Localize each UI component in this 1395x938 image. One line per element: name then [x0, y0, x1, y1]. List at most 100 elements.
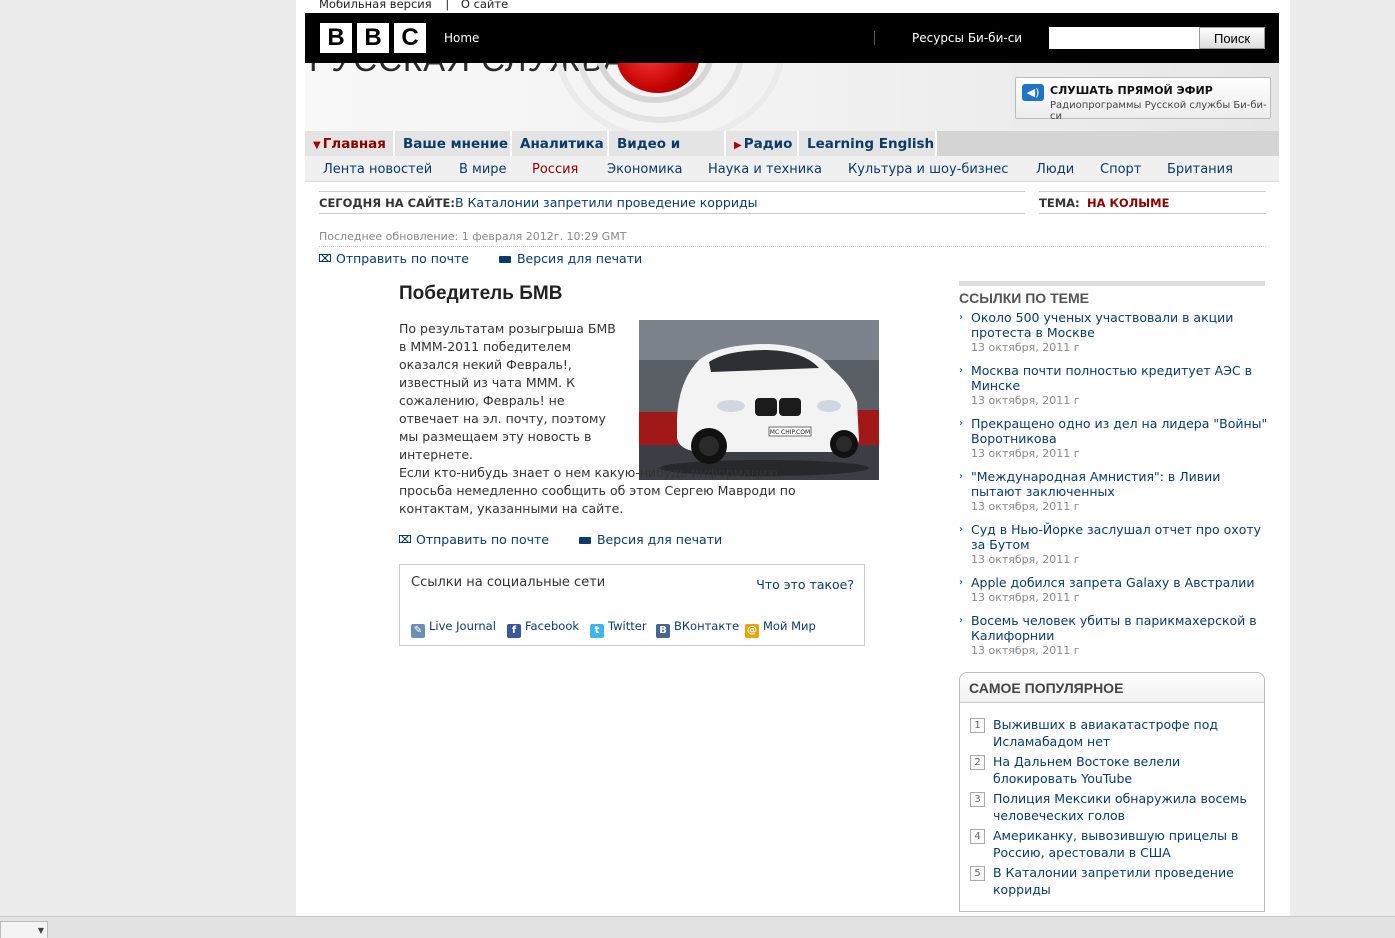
main-nav-item-analysis[interactable]: Аналитика: [512, 131, 609, 156]
most-popular-box: САМОЕ ПОПУЛЯРНОЕ 1 Выживших в авиакатаст…: [959, 672, 1265, 912]
popular-item-title[interactable]: Американку, вывозившую прицелы в Россию,…: [993, 827, 1255, 861]
related-item[interactable]: › Восемь человек убиты в парикмахерской …: [959, 613, 1269, 658]
popular-item[interactable]: 1 Выживших в авиакатастрофе под Исламаба…: [970, 716, 1255, 750]
browser-bottom-bar: ▼: [0, 916, 1395, 938]
print-version-link-bottom[interactable]: Версия для печати: [578, 532, 722, 547]
related-item[interactable]: › Суд в Нью-Йорке заслушал отчет про охо…: [959, 522, 1269, 567]
send-by-mail-link[interactable]: Отправить по почте: [319, 251, 469, 266]
popular-item[interactable]: 4 Американку, вывозившую прицелы в Росси…: [970, 827, 1255, 861]
share-vkontakte[interactable]: В ВКонтакте: [656, 619, 739, 638]
main-nav-item-radio[interactable]: ▶ Радио: [726, 131, 799, 156]
arrow-right-icon: ›: [959, 312, 964, 323]
sub-nav-item-science[interactable]: Наука и техника: [708, 162, 822, 177]
popular-rank: 5: [970, 866, 985, 881]
today-link[interactable]: В Каталонии запретили проведение корриды: [455, 195, 757, 210]
related-item-title[interactable]: Около 500 ученых участвовали в акции про…: [971, 310, 1269, 340]
sub-nav-item-economy[interactable]: Экономика: [607, 162, 682, 177]
popular-item[interactable]: 5 В Каталонии запретили проведение корри…: [970, 864, 1255, 898]
related-item[interactable]: › Около 500 ученых участвовали в акции п…: [959, 310, 1269, 355]
article-body: По результатам розыгрыша БМВ в МММ-2011 …: [399, 320, 839, 518]
main-nav-item-video-photo[interactable]: Видео и фото: [609, 131, 726, 178]
article-tools-top: Отправить по почте Версия для печати: [319, 251, 668, 266]
related-item-title[interactable]: "Международная Амнистия": в Ливии пытают…: [971, 469, 1269, 499]
main-nav-item-home[interactable]: ▼ Главная: [305, 131, 395, 156]
bbc-logo-letter-b1: B: [320, 23, 352, 53]
last-updated: Последнее обновление: 1 февраля 2012г. 1…: [319, 230, 1266, 247]
main-nav-label: Главная: [322, 136, 386, 152]
related-item-title[interactable]: Прекращено одно из дел на лидера "Войны"…: [971, 416, 1269, 446]
sub-nav-item-news-feed[interactable]: Лента новостей: [323, 162, 432, 177]
sub-nav-item-sport[interactable]: Спорт: [1100, 162, 1141, 177]
popular-item-title[interactable]: В Каталонии запретили проведение корриды: [993, 864, 1255, 898]
popular-item-title[interactable]: На Дальнем Востоке велели блокировать Yo…: [993, 753, 1255, 787]
share-label: Facebook: [525, 619, 580, 633]
arrow-right-icon: ›: [959, 577, 964, 588]
topic-bar: ТЕМА: НА КОЛЫМЕ: [1039, 191, 1266, 214]
mobile-version-link[interactable]: Мобильная версия: [319, 0, 432, 11]
related-item[interactable]: › Прекращено одно из дел на лидера "Войн…: [959, 416, 1269, 461]
share-livejournal[interactable]: ✎ Live Journal: [411, 619, 496, 638]
related-item-date: 13 октября, 2011 г: [971, 447, 1080, 460]
share-moimir[interactable]: @ Мой Мир: [745, 619, 816, 638]
listen-live-box[interactable]: ◀) СЛУШАТЬ ПРЯМОЙ ЭФИР Радиопрограммы Ру…: [1015, 77, 1271, 122]
share-facebook[interactable]: f Facebook: [507, 619, 579, 638]
related-item-date: 13 октября, 2011 г: [971, 500, 1080, 513]
main-nav-label: Аналитика: [520, 136, 604, 152]
main-nav-item-your-opinion[interactable]: Ваше мнение: [395, 131, 512, 156]
zoom-dropdown[interactable]: ▼: [0, 921, 48, 938]
arrow-right-icon: ›: [959, 524, 964, 535]
what-is-this-link[interactable]: Что это такое?: [756, 577, 854, 592]
share-twitter[interactable]: t Twitter: [590, 619, 647, 638]
sub-nav-item-russia[interactable]: Россия: [532, 162, 578, 177]
chevron-down-icon: ▼: [37, 926, 44, 935]
main-nav-label: Learning English: [807, 136, 935, 152]
sub-nav-item-britain[interactable]: Британия: [1167, 162, 1233, 177]
popular-item[interactable]: 2 На Дальнем Востоке велели блокировать …: [970, 753, 1255, 787]
topic-link[interactable]: НА КОЛЫМЕ: [1087, 196, 1169, 210]
speaker-icon: ◀): [1022, 84, 1044, 101]
related-item[interactable]: › Москва почти полностью кредитует АЭС в…: [959, 363, 1269, 408]
caret-right-icon: ▶: [734, 140, 742, 151]
related-item-title[interactable]: Apple добился запрета Galaxy в Австралии: [971, 575, 1269, 590]
home-link[interactable]: Home: [444, 31, 479, 45]
most-popular-title: САМОЕ ПОПУЛЯРНОЕ: [960, 673, 1264, 703]
popular-rank: 1: [970, 718, 985, 733]
related-title: ССЫЛКИ ПО ТЕМЕ: [959, 290, 1089, 306]
main-nav-item-learning-english[interactable]: Learning English: [799, 131, 937, 156]
header-divider: [874, 31, 875, 45]
search-input[interactable]: [1049, 27, 1199, 49]
main-nav-label: Радио: [743, 136, 793, 152]
send-by-mail-link-bottom[interactable]: Отправить по почте: [399, 532, 549, 547]
bbc-logo-letter-b2: B: [357, 23, 389, 53]
facebook-icon: f: [507, 624, 521, 638]
sub-nav: Лента новостей В мире Россия Экономика Н…: [305, 156, 1279, 182]
related-item-title[interactable]: Восемь человек убиты в парикмахерской в …: [971, 613, 1269, 643]
vkontakte-icon: В: [656, 624, 670, 638]
listen-live-title: СЛУШАТЬ ПРЯМОЙ ЭФИР: [1050, 84, 1213, 97]
search-button[interactable]: Поиск: [1199, 27, 1265, 49]
popular-item[interactable]: 3 Полиция Мексики обнаружила восемь чело…: [970, 790, 1255, 824]
related-item-title[interactable]: Суд в Нью-Йорке заслушал отчет про охоту…: [971, 522, 1269, 552]
related-item-date: 13 октября, 2011 г: [971, 394, 1080, 407]
sub-nav-item-culture[interactable]: Культура и шоу-бизнес: [848, 162, 1008, 177]
bbc-resources-link[interactable]: Ресурсы Би-би-си: [912, 31, 1022, 45]
article-paragraph-1: По результатам розыгрыша БМВ в МММ-2011 …: [399, 321, 616, 462]
print-version-link[interactable]: Версия для печати: [498, 251, 642, 266]
topic-label: ТЕМА:: [1039, 196, 1080, 210]
about-link[interactable]: О сайте: [461, 0, 508, 11]
related-item-title[interactable]: Москва почти полностью кредитует АЭС в М…: [971, 363, 1269, 393]
related-item[interactable]: › "Международная Амнистия": в Ливии пыта…: [959, 469, 1269, 514]
bbc-logo-letter-c: C: [394, 23, 426, 53]
share-label: Live Journal: [429, 619, 496, 633]
top-links: Мобильная версия | О сайте: [319, 0, 508, 11]
today-on-site-bar: СЕГОДНЯ НА САЙТЕ: В Каталонии запретили …: [319, 191, 1025, 214]
sub-nav-item-people[interactable]: Люди: [1036, 162, 1074, 177]
sub-nav-item-world[interactable]: В мире: [459, 162, 507, 177]
related-item-date: 13 октября, 2011 г: [971, 591, 1080, 604]
popular-item-title[interactable]: Полиция Мексики обнаружила восемь челове…: [993, 790, 1255, 824]
popular-item-title[interactable]: Выживших в авиакатастрофе под Исламабадо…: [993, 716, 1255, 750]
popular-rank: 3: [970, 792, 985, 807]
related-item[interactable]: › Apple добился запрета Galaxy в Австрал…: [959, 575, 1269, 605]
social-links-box: Ссылки на социальные сети Что это такое?…: [399, 564, 865, 646]
livejournal-icon: ✎: [411, 624, 425, 638]
